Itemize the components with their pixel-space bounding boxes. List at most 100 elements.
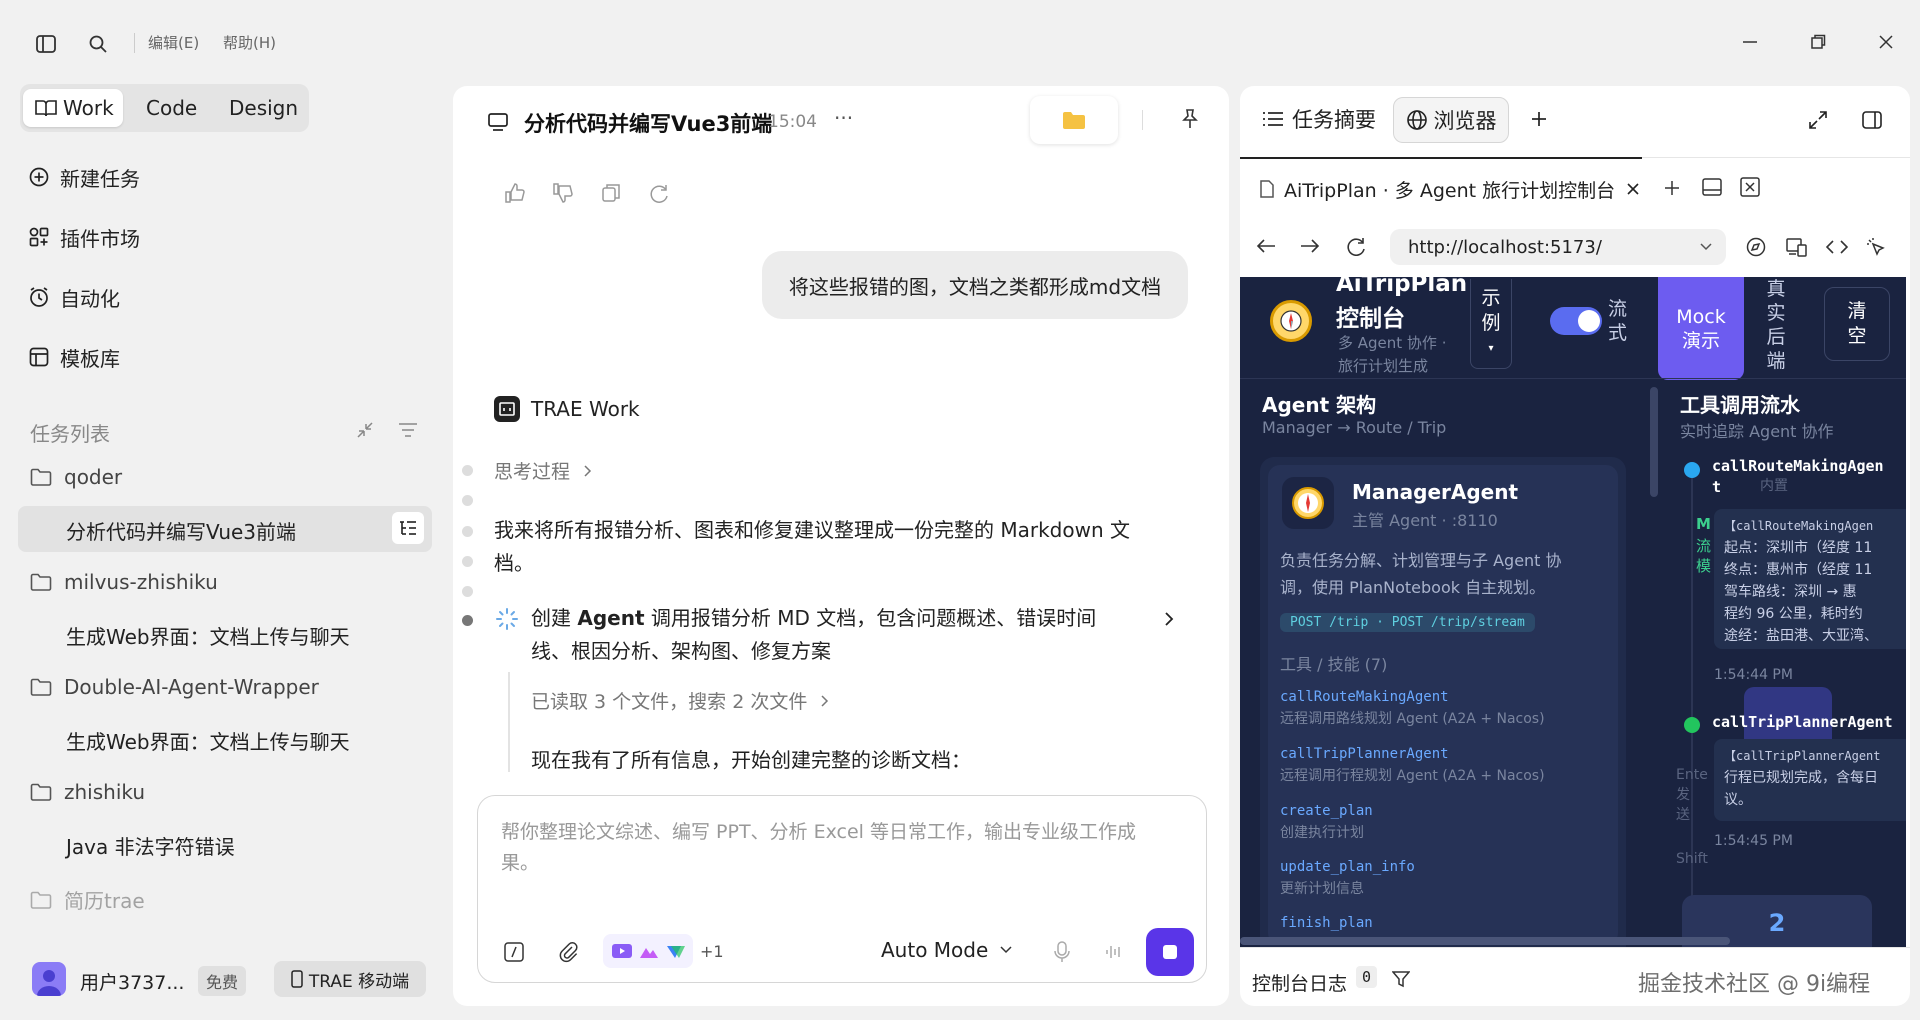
audio-wave-button[interactable] bbox=[1104, 942, 1124, 962]
cursor-click-icon bbox=[1866, 237, 1886, 257]
console-label[interactable]: 控制台日志 bbox=[1252, 969, 1347, 996]
real-backend-button[interactable]: 真实后端 bbox=[1754, 277, 1798, 377]
back-button[interactable] bbox=[1256, 238, 1276, 254]
task-item-label[interactable]: Java 非法字符错误 bbox=[66, 831, 235, 860]
close-tab-icon[interactable] bbox=[1627, 183, 1639, 195]
app-logo-icon bbox=[1270, 300, 1312, 342]
plugin-chips[interactable] bbox=[603, 934, 693, 968]
folder-qoder[interactable]: qoder bbox=[30, 465, 122, 489]
timeline-dot bbox=[462, 586, 473, 597]
real-char: 端 bbox=[1766, 350, 1786, 372]
open-folder-button[interactable] bbox=[1030, 96, 1118, 144]
minimize-button[interactable] bbox=[1738, 30, 1762, 54]
step-expand-button[interactable] bbox=[1164, 611, 1174, 627]
collapse-button[interactable] bbox=[355, 420, 375, 440]
tab-browser[interactable]: 浏览器 bbox=[1393, 97, 1509, 143]
template-icon bbox=[28, 346, 60, 368]
close-all-button[interactable] bbox=[1740, 177, 1760, 197]
nav-automation[interactable]: 自动化 bbox=[28, 281, 120, 313]
folder-label: milvus-zhishiku bbox=[64, 570, 218, 594]
task-item-label[interactable]: 生成Web界面：文档上传与聊天 bbox=[66, 726, 350, 755]
book-icon bbox=[35, 99, 57, 117]
compass-button[interactable] bbox=[1746, 237, 1766, 257]
message-input[interactable]: 帮你整理论文综述、编写 PPT、分析 Excel 等日常工作，输出专业级工作成果… bbox=[501, 817, 1171, 879]
close-button[interactable] bbox=[1874, 30, 1898, 54]
folder-zhishiku[interactable]: zhishiku bbox=[30, 780, 145, 804]
thinking-label: 思考过程 bbox=[494, 461, 571, 483]
menu-help[interactable]: 帮助(H) bbox=[223, 32, 276, 53]
flow-output-line: 【callRouteMakingAgen bbox=[1724, 519, 1874, 533]
page-tab[interactable]: AiTripPlan · 多 Agent 旅行计划控制台 bbox=[1240, 157, 1642, 219]
mock-demo-button[interactable]: Mock 演示 bbox=[1658, 277, 1744, 380]
stream-toggle[interactable] bbox=[1550, 307, 1602, 335]
chevron-right-icon bbox=[584, 464, 592, 477]
add-tab-button[interactable] bbox=[1530, 110, 1548, 128]
mode-code-tab[interactable]: Code bbox=[146, 89, 197, 127]
url-bar[interactable]: http://localhost:5173/ bbox=[1390, 229, 1726, 265]
clear-button[interactable]: 清空 bbox=[1824, 287, 1890, 361]
copy-button[interactable] bbox=[600, 182, 622, 204]
sidebar-toggle-button[interactable] bbox=[34, 32, 58, 56]
flow-dot-green bbox=[1684, 717, 1700, 733]
reload-button[interactable] bbox=[1346, 236, 1366, 256]
console-filter-button[interactable] bbox=[1392, 970, 1410, 988]
regenerate-button[interactable] bbox=[648, 182, 670, 204]
more-button[interactable]: ··· bbox=[834, 106, 853, 130]
pin-button[interactable] bbox=[1180, 108, 1200, 130]
list-icon bbox=[1262, 110, 1284, 128]
read-info-toggle[interactable]: 已读取 3 个文件，搜索 2 次文件 bbox=[531, 687, 829, 714]
tab-summary[interactable]: 任务摘要 bbox=[1262, 104, 1376, 134]
paperclip-icon bbox=[558, 941, 578, 963]
nav-templates[interactable]: 模板库 bbox=[28, 341, 120, 373]
nav-new-task[interactable]: 新建任务 bbox=[28, 161, 140, 193]
stop-button[interactable] bbox=[1146, 928, 1194, 976]
tab-layout-button[interactable] bbox=[1702, 178, 1722, 196]
collapse-icon bbox=[355, 420, 375, 440]
user-name[interactable]: 用户3737... bbox=[80, 968, 184, 995]
avatar[interactable] bbox=[32, 962, 66, 996]
stream-label: 流式 bbox=[1608, 297, 1627, 345]
folder-double-ai-agent-wrapper[interactable]: Double-AI-Agent-Wrapper bbox=[30, 675, 319, 699]
mode-select[interactable]: Auto Mode bbox=[881, 938, 1012, 962]
search-button[interactable] bbox=[86, 32, 110, 56]
device-button[interactable] bbox=[1786, 237, 1808, 257]
thinking-toggle[interactable]: 思考过程 bbox=[494, 457, 592, 484]
restore-button[interactable] bbox=[1806, 30, 1830, 54]
folder-resume-trae[interactable]: 简历trae bbox=[30, 885, 145, 914]
thumbs-up-button[interactable] bbox=[504, 182, 526, 204]
menu-edit[interactable]: 编辑(E) bbox=[148, 32, 199, 53]
folder-milvus-zhishiku[interactable]: milvus-zhishiku bbox=[30, 570, 218, 594]
close-icon bbox=[1878, 34, 1894, 50]
header-divider bbox=[1240, 378, 1906, 379]
app-title-1: AiTripPlan bbox=[1336, 277, 1468, 297]
column-scrollbar[interactable] bbox=[1650, 387, 1658, 497]
plugin-count[interactable]: +1 bbox=[700, 942, 724, 961]
nav-plugin-market[interactable]: 插件市场 bbox=[28, 221, 140, 253]
expand-button[interactable] bbox=[1808, 110, 1828, 130]
arrow-right-icon bbox=[1300, 238, 1320, 254]
new-page-tab-button[interactable] bbox=[1664, 180, 1680, 196]
attach-button[interactable] bbox=[558, 941, 578, 963]
filter-icon bbox=[1392, 970, 1410, 988]
forward-button[interactable] bbox=[1300, 238, 1320, 254]
mode-work-tab[interactable]: Work bbox=[23, 89, 123, 127]
mode-design-tab[interactable]: Design bbox=[229, 89, 298, 127]
example-select[interactable]: 示例 ▾ bbox=[1470, 279, 1512, 369]
folder-icon bbox=[30, 678, 64, 696]
inspect-button[interactable] bbox=[1866, 237, 1886, 257]
task-item-label[interactable]: 生成Web界面：文档上传与聊天 bbox=[66, 621, 350, 650]
search-icon bbox=[88, 34, 108, 54]
task-detail-button[interactable] bbox=[392, 512, 424, 544]
chevron-down-icon bbox=[1700, 243, 1712, 251]
shortcut-button[interactable] bbox=[504, 942, 524, 962]
code-button[interactable] bbox=[1826, 239, 1848, 255]
mobile-button[interactable]: TRAE 移动端 bbox=[274, 961, 426, 997]
panel-toggle-button[interactable] bbox=[1862, 110, 1882, 130]
horizontal-scrollbar[interactable] bbox=[1240, 937, 1730, 945]
voice-button[interactable] bbox=[1054, 941, 1070, 963]
list-tree-icon bbox=[398, 519, 418, 537]
folder-icon bbox=[1062, 110, 1086, 130]
filter-button[interactable] bbox=[397, 420, 419, 440]
thumbs-down-button[interactable] bbox=[552, 182, 574, 204]
flow-item-name: callRouteMakingAgen bbox=[1712, 457, 1884, 475]
